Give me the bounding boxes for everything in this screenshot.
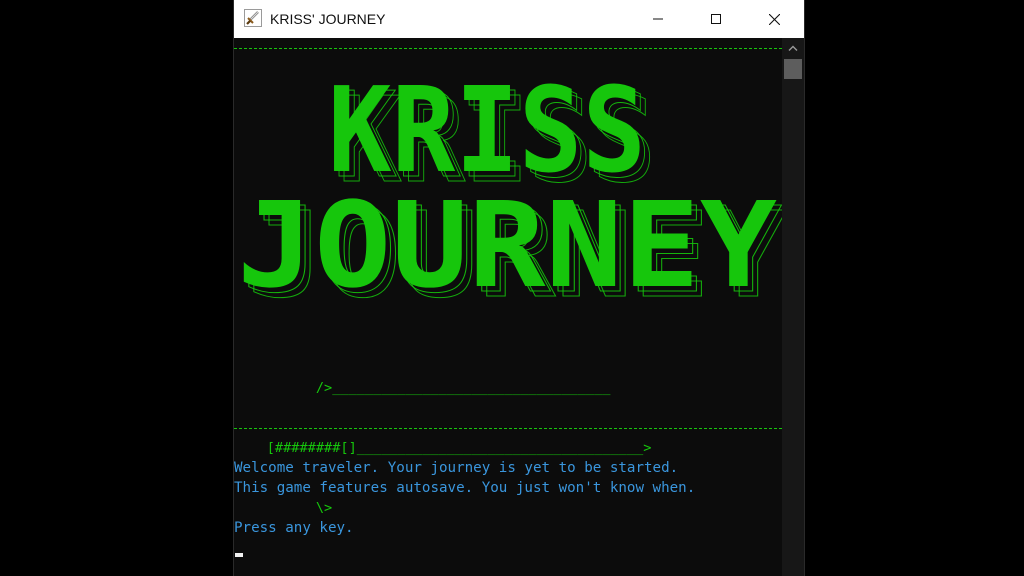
console-output[interactable]: KRISS KRISS JOURNEY JOURNEY KRISS JOURNE… <box>234 38 782 576</box>
console-window: KRISS' JOURNEY KRISS KRISS JOURNEY JOURN… <box>234 0 804 576</box>
welcome-message: Welcome traveler. Your journey is yet to… <box>234 460 679 476</box>
minimize-icon <box>653 18 663 20</box>
sword-art-line: \> <box>234 500 333 516</box>
game-logo: KRISS KRISS JOURNEY JOURNEY KRISS JOURNE… <box>234 68 782 348</box>
top-divider <box>234 48 782 49</box>
text-cursor <box>235 553 243 557</box>
vertical-scrollbar[interactable] <box>782 38 804 576</box>
autosave-message: This game features autosave. You just wo… <box>234 480 696 496</box>
scrollbar-thumb[interactable] <box>784 59 802 79</box>
scroll-up-button[interactable] <box>782 38 804 58</box>
close-button[interactable] <box>745 0 803 38</box>
middle-divider <box>234 428 782 429</box>
chevron-up-icon <box>788 45 798 51</box>
press-any-key-prompt: Press any key. <box>234 520 354 536</box>
title-bar[interactable]: KRISS' JOURNEY <box>234 0 804 38</box>
maximize-button[interactable] <box>687 0 745 38</box>
window-title: KRISS' JOURNEY <box>270 11 386 27</box>
logo-line-journey: JOURNEY <box>237 176 777 314</box>
close-icon <box>768 13 780 25</box>
maximize-icon <box>711 14 721 24</box>
minimize-button[interactable] <box>629 0 687 38</box>
sword-icon <box>244 9 262 27</box>
sword-art-line: />__________________________________ <box>234 380 611 396</box>
sword-art-line: [########[]_____________________________… <box>234 440 652 456</box>
